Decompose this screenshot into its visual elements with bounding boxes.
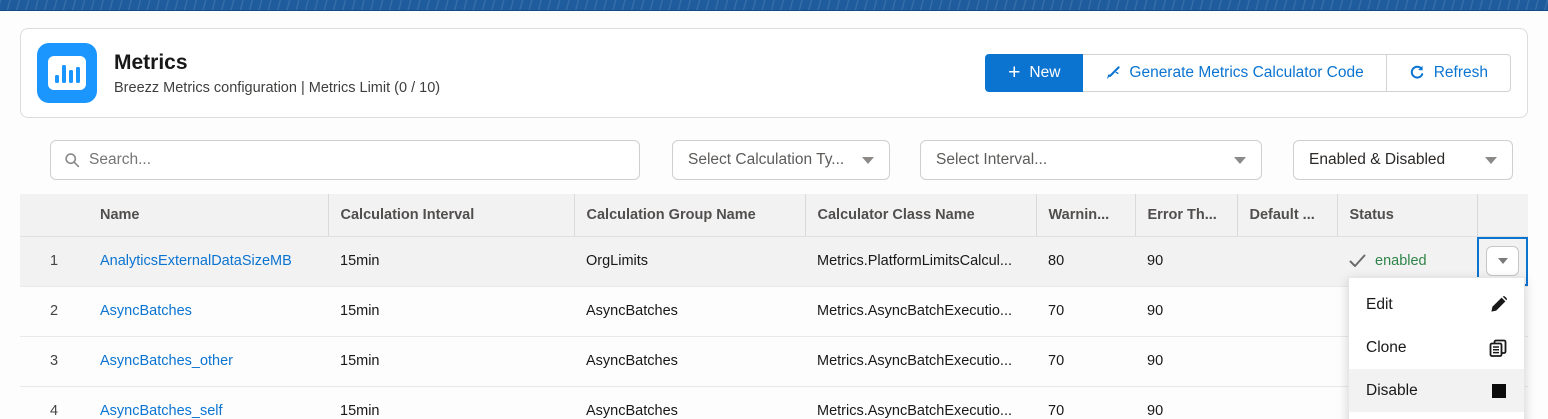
column-header-name: Name xyxy=(88,194,329,237)
row-actions-context-menu: Edit Clone Disable xyxy=(1348,277,1525,419)
menu-item-disable-label: Disable xyxy=(1366,381,1418,399)
menu-item-clone-label: Clone xyxy=(1366,338,1407,356)
cell-interval: 15min xyxy=(328,236,574,287)
cell-interval: 15min xyxy=(328,386,574,419)
cell-warning: 80 xyxy=(1036,236,1135,287)
search-input[interactable] xyxy=(89,151,626,169)
table-row: 1 AnalyticsExternalDataSizeMB 15min OrgL… xyxy=(20,236,1528,287)
new-button[interactable]: + New xyxy=(985,54,1084,92)
calculation-type-select[interactable]: Select Calculation Ty... xyxy=(672,140,890,180)
column-header-rownum xyxy=(20,194,88,237)
chevron-down-icon xyxy=(1485,156,1497,164)
global-nav-bar xyxy=(0,0,1548,11)
row-number: 3 xyxy=(20,336,88,387)
header-button-group: + New Generate Metrics Calculator Code R… xyxy=(985,54,1511,92)
menu-item-edit-label: Edit xyxy=(1366,295,1393,313)
cell-default xyxy=(1237,336,1337,387)
metric-name-link[interactable]: AnalyticsExternalDataSizeMB xyxy=(100,253,292,269)
page-subtitle: Breezz Metrics configuration | Metrics L… xyxy=(114,79,441,96)
status-filter-select-value: Enabled & Disabled xyxy=(1309,151,1446,168)
cell-group: OrgLimits xyxy=(574,236,805,287)
generate-metrics-calculator-code-button[interactable]: Generate Metrics Calculator Code xyxy=(1082,54,1387,92)
refresh-button-label: Refresh xyxy=(1433,64,1488,81)
new-button-label: New xyxy=(1029,64,1061,81)
column-header-calculator-class-name: Calculator Class Name xyxy=(805,194,1037,237)
cell-calculator: Metrics.PlatformLimitsCalcul... xyxy=(805,236,1036,287)
column-header-calculation-interval: Calculation Interval xyxy=(328,194,575,237)
menu-item-disable[interactable]: Disable xyxy=(1349,369,1524,412)
cell-calculator: Metrics.AsyncBatchExecutio... xyxy=(805,286,1036,337)
metrics-bar-chart-icon xyxy=(37,43,97,103)
wand-icon xyxy=(1105,65,1121,81)
cell-interval: 15min xyxy=(328,336,574,387)
cell-error: 90 xyxy=(1135,236,1237,287)
cell-error: 90 xyxy=(1135,286,1237,337)
column-header-calculation-group-name: Calculation Group Name xyxy=(574,194,806,237)
stop-square-icon xyxy=(1491,383,1507,399)
row-number: 4 xyxy=(20,386,88,419)
column-header-warning: Warnin... xyxy=(1036,194,1136,237)
generate-button-label: Generate Metrics Calculator Code xyxy=(1129,64,1364,81)
cell-calculator: Metrics.AsyncBatchExecutio... xyxy=(805,386,1036,419)
status-badge: enabled xyxy=(1375,253,1427,269)
table-header-row: Name Calculation Interval Calculation Gr… xyxy=(20,194,1528,237)
chevron-down-icon xyxy=(1497,258,1508,264)
column-header-actions xyxy=(1477,194,1528,237)
pencil-icon xyxy=(1490,296,1507,313)
chevron-down-icon xyxy=(862,156,874,164)
cell-interval: 15min xyxy=(328,286,574,337)
column-header-default: Default ... xyxy=(1237,194,1338,237)
menu-item-clone[interactable]: Clone xyxy=(1349,326,1524,369)
status-filter-select[interactable]: Enabled & Disabled xyxy=(1293,140,1513,180)
cell-warning: 70 xyxy=(1036,336,1135,387)
metrics-table: Name Calculation Interval Calculation Gr… xyxy=(20,194,1528,419)
cell-warning: 70 xyxy=(1036,286,1135,337)
check-icon xyxy=(1349,254,1366,267)
page-header-card: Metrics Breezz Metrics configuration | M… xyxy=(20,28,1528,118)
metrics-admin-page: Metrics Breezz Metrics configuration | M… xyxy=(0,0,1548,419)
cell-default xyxy=(1237,286,1337,337)
table-row: 2 AsyncBatches 15min AsyncBatches Metric… xyxy=(20,286,1528,337)
search-box xyxy=(50,140,640,180)
row-number: 1 xyxy=(20,236,88,287)
metric-name-link[interactable]: AsyncBatches xyxy=(100,303,192,319)
plus-icon: + xyxy=(1008,60,1021,84)
table-row: 4 AsyncBatches_self 15min AsyncBatches M… xyxy=(20,386,1528,419)
cell-default xyxy=(1237,236,1337,287)
page-title-block: Metrics Breezz Metrics configuration | M… xyxy=(114,51,440,96)
metric-name-link[interactable]: AsyncBatches_other xyxy=(100,353,233,369)
calculation-type-select-value: Select Calculation Ty... xyxy=(688,151,845,168)
row-number: 2 xyxy=(20,286,88,337)
refresh-button[interactable]: Refresh xyxy=(1385,54,1511,92)
cell-group: AsyncBatches xyxy=(574,336,805,387)
cell-error: 90 xyxy=(1135,386,1237,419)
cell-group: AsyncBatches xyxy=(574,386,805,419)
metric-name-link[interactable]: AsyncBatches_self xyxy=(100,403,223,419)
cell-error: 90 xyxy=(1135,336,1237,387)
menu-item-edit[interactable]: Edit xyxy=(1349,283,1524,326)
page-title: Metrics xyxy=(114,50,188,74)
column-header-error-threshold: Error Th... xyxy=(1135,194,1238,237)
copy-icon xyxy=(1489,339,1507,357)
filter-row: Select Calculation Ty... Select Interval… xyxy=(20,140,1528,180)
cell-default xyxy=(1237,386,1337,419)
interval-select[interactable]: Select Interval... xyxy=(920,140,1262,180)
metrics-table-wrap: Name Calculation Interval Calculation Gr… xyxy=(20,194,1528,419)
chevron-down-icon xyxy=(1234,156,1246,164)
refresh-icon xyxy=(1409,65,1425,81)
cell-group: AsyncBatches xyxy=(574,286,805,337)
column-header-status: Status xyxy=(1337,194,1478,237)
cell-calculator: Metrics.AsyncBatchExecutio... xyxy=(805,336,1036,387)
search-icon xyxy=(64,152,80,168)
table-row: 3 AsyncBatches_other 15min AsyncBatches … xyxy=(20,336,1528,387)
cell-warning: 70 xyxy=(1036,386,1135,419)
interval-select-value: Select Interval... xyxy=(936,151,1048,168)
row-actions-menu-button[interactable] xyxy=(1486,246,1519,276)
